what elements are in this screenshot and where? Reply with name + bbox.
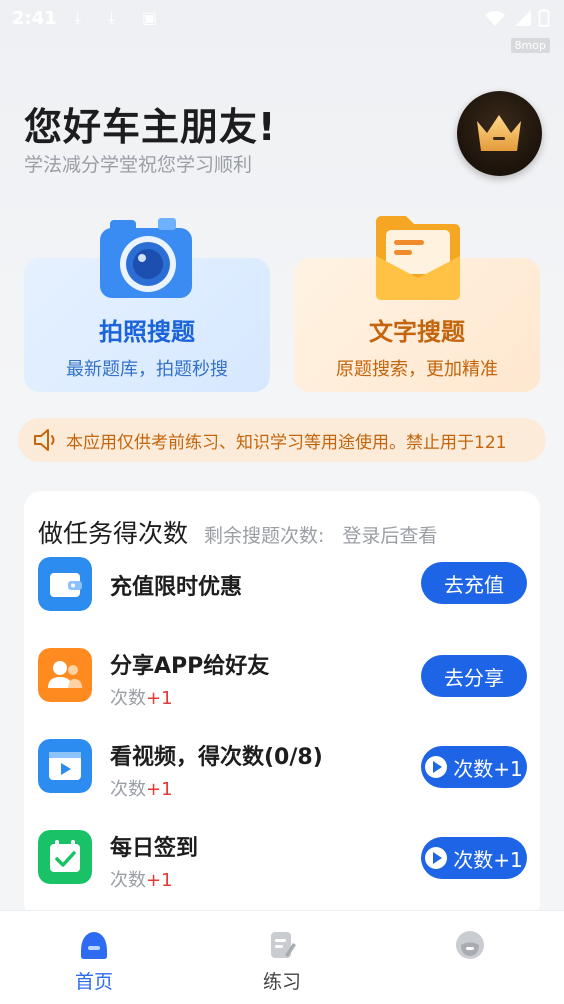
play-icon [425,756,448,778]
battery-icon [538,9,550,27]
text-search-subtitle: 原题搜索，更加精准 [336,359,498,380]
remaining-count-value[interactable]: 登录后查看 [342,521,437,548]
crown-icon [477,115,521,151]
status-bar: 2:41 ⤓ ⤓ ▣ [0,0,564,36]
share-button-label: 去分享 [444,665,504,690]
folder-icon [376,216,460,300]
task-row-checkin: 每日签到 次数+1 次数+1 [24,830,540,910]
task-name: 充值限时优惠 [110,575,243,600]
calendar-check-icon [38,830,92,884]
task-row-video: 看视频，得次数(0/8) 次数+1 次数+1 [24,739,540,819]
home-icon [81,932,107,959]
checkin-button-label: 次数+1 [453,847,523,872]
signal-icon [515,10,531,26]
play-icon [425,847,448,869]
task-name: 分享APP给好友 [110,654,270,679]
checkin-button[interactable]: 次数+1 [421,837,527,879]
nav-item-practice[interactable]: 练习 [188,911,376,1004]
task-name: 看视频，得次数(0/8) [110,745,323,770]
avatar[interactable] [457,91,542,176]
text-search-title: 文字搜题 [369,318,465,346]
profile-icon [456,931,484,959]
photo-search-title: 拍照搜题 [99,318,195,346]
task-reward: 次数+1 [110,870,173,891]
greeting-title: 您好车主朋友! [24,105,277,149]
nav-label-home: 首页 [74,971,113,993]
greeting-subtitle: 学法减分学堂祝您学习顺利 [24,154,253,176]
notice-text: 本应用仅供考前练习、知识学习等用途使用。禁止用于121 [66,432,507,453]
watch-video-button[interactable]: 次数+1 [421,746,527,788]
speaker-icon [34,429,55,451]
wifi-icon [485,11,505,26]
watermark-badge: 8mop [510,38,550,53]
download-icon: ⤓ [74,8,82,27]
friends-icon [38,648,92,702]
nav-item-home[interactable]: 首页 [0,911,188,1004]
watch-video-button-label: 次数+1 [453,756,523,781]
wallet-icon [38,557,92,611]
practice-icon [271,932,296,958]
task-reward: 次数+1 [110,779,173,800]
task-header: 做任务得次数 剩余搜题次数: 登录后查看 [38,514,437,550]
notification-icon: ▣ [142,8,158,27]
task-row-share: 分享APP给好友 次数+1 去分享 [24,648,540,728]
remaining-count-label: 剩余搜题次数: [204,525,325,547]
recharge-button-label: 去充值 [444,572,504,597]
status-time: 2:41 [12,8,57,29]
download-icon: ⤓ [108,8,116,27]
share-button[interactable]: 去分享 [421,655,527,697]
video-icon [38,739,92,793]
nav-label-practice: 练习 [262,971,301,993]
recharge-button[interactable]: 去充值 [421,562,527,604]
task-row-recharge: 充值限时优惠 去充值 [24,557,540,637]
notice-banner: 本应用仅供考前练习、知识学习等用途使用。禁止用于121 [18,418,546,462]
bottom-nav: 首页 练习 [0,910,564,1004]
camera-icon [100,218,192,298]
photo-search-subtitle: 最新题库，拍题秒搜 [66,359,228,380]
task-name: 每日签到 [110,836,199,861]
task-reward: 次数+1 [110,688,173,709]
nav-item-profile[interactable] [376,911,564,1004]
task-header-title: 做任务得次数 [38,519,189,548]
